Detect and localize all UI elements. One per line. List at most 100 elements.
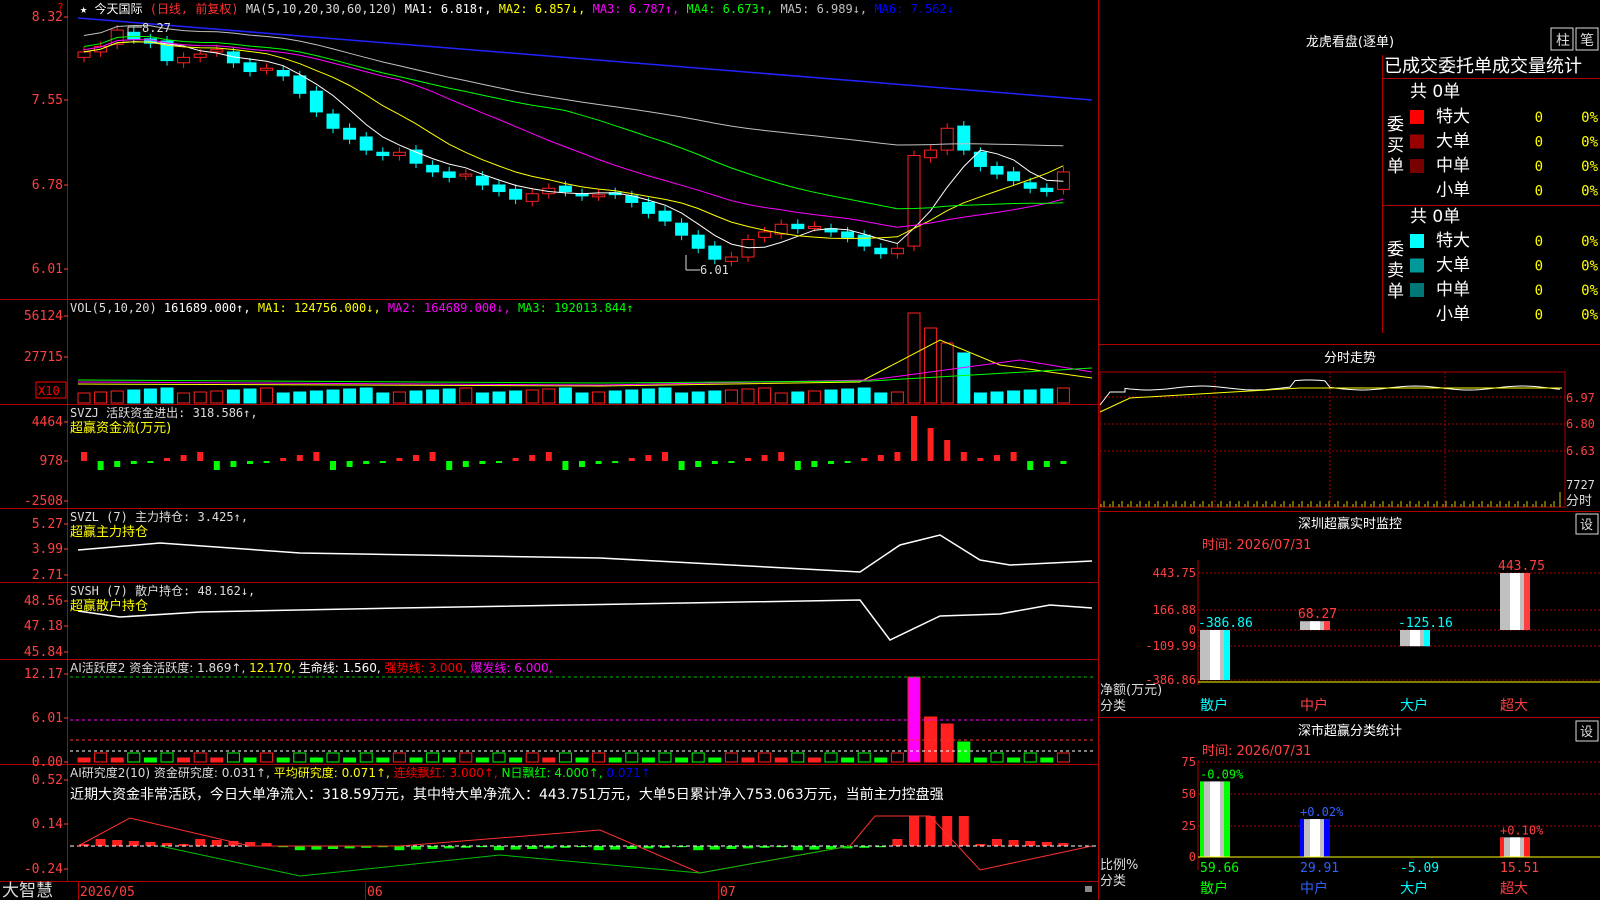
- ai-research-panel[interactable]: 0.52 0.14 -0.24 AI研究度2(10) 资金研究度: 0.031↑, …: [24, 765, 1096, 877]
- ai-active-bar: [791, 752, 805, 763]
- dragon-tiger-title: 龙虎看盘(逐单): [1306, 34, 1394, 50]
- ai-active-bar: [210, 757, 224, 763]
- order-color-swatch: [1410, 283, 1424, 297]
- header-item: SVZJ 活跃资金进出: 318.586↑,: [70, 405, 258, 420]
- svzj-bar: [861, 458, 868, 461]
- volume-bar: [210, 390, 224, 404]
- candle-body: [807, 225, 821, 229]
- candle-body: [940, 127, 954, 151]
- volume-panel[interactable]: 56124 27715 VOL(5,10,20) 161689.000↑, MA1…: [24, 301, 1093, 404]
- vol-axis: 56124 27715: [24, 309, 68, 365]
- order-row-count: 0: [1535, 159, 1543, 175]
- svzj-bar: [828, 461, 834, 464]
- ai-research-bar: [909, 816, 919, 846]
- chart-canvas: 8.327.556.786.01 8.27 6.01 ★ 今天国际 (日线, 前…: [0, 0, 1600, 900]
- volume-bar: [459, 387, 473, 404]
- candle-body: [708, 245, 722, 260]
- candle-body: [392, 151, 406, 157]
- timeshare-panel[interactable]: 分时走势 6.97 6.80 6.63 7727 分时: [1099, 350, 1595, 509]
- classify-category-label: 散户: [1200, 880, 1228, 897]
- volume-bar: [874, 392, 888, 404]
- monitor-category-label: 大户: [1400, 697, 1428, 714]
- candle-body: [592, 194, 606, 198]
- volume-bar: [957, 352, 971, 404]
- ai-active-bar: [940, 723, 954, 763]
- volume-bar: [426, 389, 440, 404]
- candle-body: [841, 231, 855, 238]
- svzl-panel[interactable]: 5.27 3.99 2.71 SVZL (7) 主力持仓: 3.425↑, 超赢主力…: [32, 509, 1093, 583]
- timeshare-grid: [1100, 372, 1565, 507]
- svzj-bar: [1010, 452, 1017, 461]
- timeshare-avg-line: [1099, 387, 1562, 413]
- header-item: MA4: 6.673↑,: [679, 2, 773, 16]
- svzj-bar: [197, 452, 204, 461]
- vertical-label-char: 委: [1387, 115, 1404, 135]
- axis-tick-label: 0.52: [32, 773, 63, 788]
- order-row-count: 0: [1535, 110, 1543, 126]
- svsh-line: [77, 599, 1093, 641]
- candle-body: [724, 256, 738, 262]
- classify-value-label: 29.91: [1300, 861, 1339, 876]
- volume-bar: [807, 390, 821, 404]
- ai-active-bar: [1056, 752, 1070, 763]
- candle-body: [442, 171, 456, 178]
- header-item: 161689.000↑,: [157, 301, 251, 315]
- volume-bar: [276, 392, 290, 404]
- monitor-settings-label: 设: [1580, 518, 1593, 533]
- volume-bar: [343, 388, 357, 404]
- buy-side-label: 委买单: [1387, 115, 1404, 177]
- question-icon[interactable]: ?: [57, 1, 64, 14]
- order-color-swatch: [1410, 258, 1424, 273]
- classify-panel[interactable]: 深市超赢分类统计 设 时间: 2026/07/31 75 50 25 0 -0.09% 5…: [1100, 720, 1600, 897]
- ai-active-bar: [990, 752, 1004, 763]
- axis-tick-label: 2.71: [32, 568, 63, 583]
- timeshare-title: 分时走势: [1324, 350, 1376, 366]
- axis-tick-label: 0.14: [32, 817, 63, 832]
- svsh-panel[interactable]: 48.5647.1845.84 SVSH (7) 散户持仓: 48.162↓, …: [24, 583, 1093, 660]
- price-panel[interactable]: 8.327.556.786.01 8.27 6.01 ★ 今天国际 (日线, 前…: [32, 1, 1093, 277]
- svzj-panel[interactable]: 4464 978 -2508 SVZJ 活跃资金进出: 318.586↑, 超赢资金…: [24, 405, 1067, 509]
- ai-research-axis: 0.52 0.14 -0.24: [24, 773, 68, 877]
- header-item: VOL(5,10,20): [70, 301, 157, 315]
- dragon-tiger-panel[interactable]: 龙虎看盘(逐单) 柱 笔 已成交委托单成交量统计 共 0单 特大 0 0% 大单 0 0%…: [1306, 27, 1599, 325]
- svzj-bar: [628, 458, 635, 461]
- volume-bar: [160, 387, 174, 404]
- header-item: MA3: 192013.844↑: [511, 301, 634, 315]
- volume-bar: [990, 391, 1004, 404]
- ai-active-bar: [542, 757, 556, 763]
- candle-body: [525, 193, 539, 202]
- ai-active-bar: [973, 757, 987, 763]
- candle-body: [924, 149, 938, 159]
- ai-research-bar: [294, 846, 305, 851]
- sell-side-label: 委卖单: [1387, 240, 1404, 302]
- ai-research-bar: [494, 846, 504, 851]
- volume-bar: [940, 342, 954, 404]
- ai-research-header: AI研究度2(10) 资金研究度: 0.031↑, 平均研究度: 0.071↑,…: [70, 765, 651, 780]
- low-annotation: 6.01: [700, 263, 729, 277]
- monitor-panel[interactable]: 深圳超赢实时监控 设 时间: 2026/07/31 443.75166.880-…: [1100, 513, 1600, 714]
- candle-body: [890, 247, 904, 255]
- ai-active-panel[interactable]: 12.17 6.01 0.00 AI活跃度2 资金活跃度: 1.869↑, 12.1…: [24, 660, 1096, 770]
- ai-active-bar: [127, 752, 141, 763]
- svzj-bar: [280, 458, 287, 461]
- header-item: 爆发线: 6.000,: [467, 660, 553, 675]
- classify-bar-highlight: [1310, 819, 1320, 857]
- volume-bar: [525, 389, 539, 404]
- buy-total: 共 0单: [1410, 82, 1460, 102]
- lock-icon[interactable]: [1085, 886, 1092, 892]
- classify-bar-edge: [1524, 837, 1530, 857]
- order-row-pct: 0%: [1581, 159, 1598, 175]
- timeshare-vol-max: 7727: [1566, 478, 1595, 492]
- ai-active-bar: [193, 752, 207, 763]
- svzj-bar: [745, 458, 751, 461]
- header-item: SVSH (7) 散户持仓: 48.162↓,: [70, 583, 255, 598]
- monitor-value-label: -125.16: [1398, 616, 1453, 631]
- svzj-bar: [960, 452, 967, 461]
- order-row-pct: 0%: [1581, 184, 1598, 200]
- svzj-bar: [346, 461, 353, 467]
- candle-body: [376, 151, 390, 157]
- high-annotation: 8.27: [142, 21, 171, 35]
- monitor-bar-highlight: [1510, 573, 1520, 630]
- ai-active-bar: [675, 757, 689, 763]
- header-item: MA2: 164689.000↓,: [381, 301, 511, 315]
